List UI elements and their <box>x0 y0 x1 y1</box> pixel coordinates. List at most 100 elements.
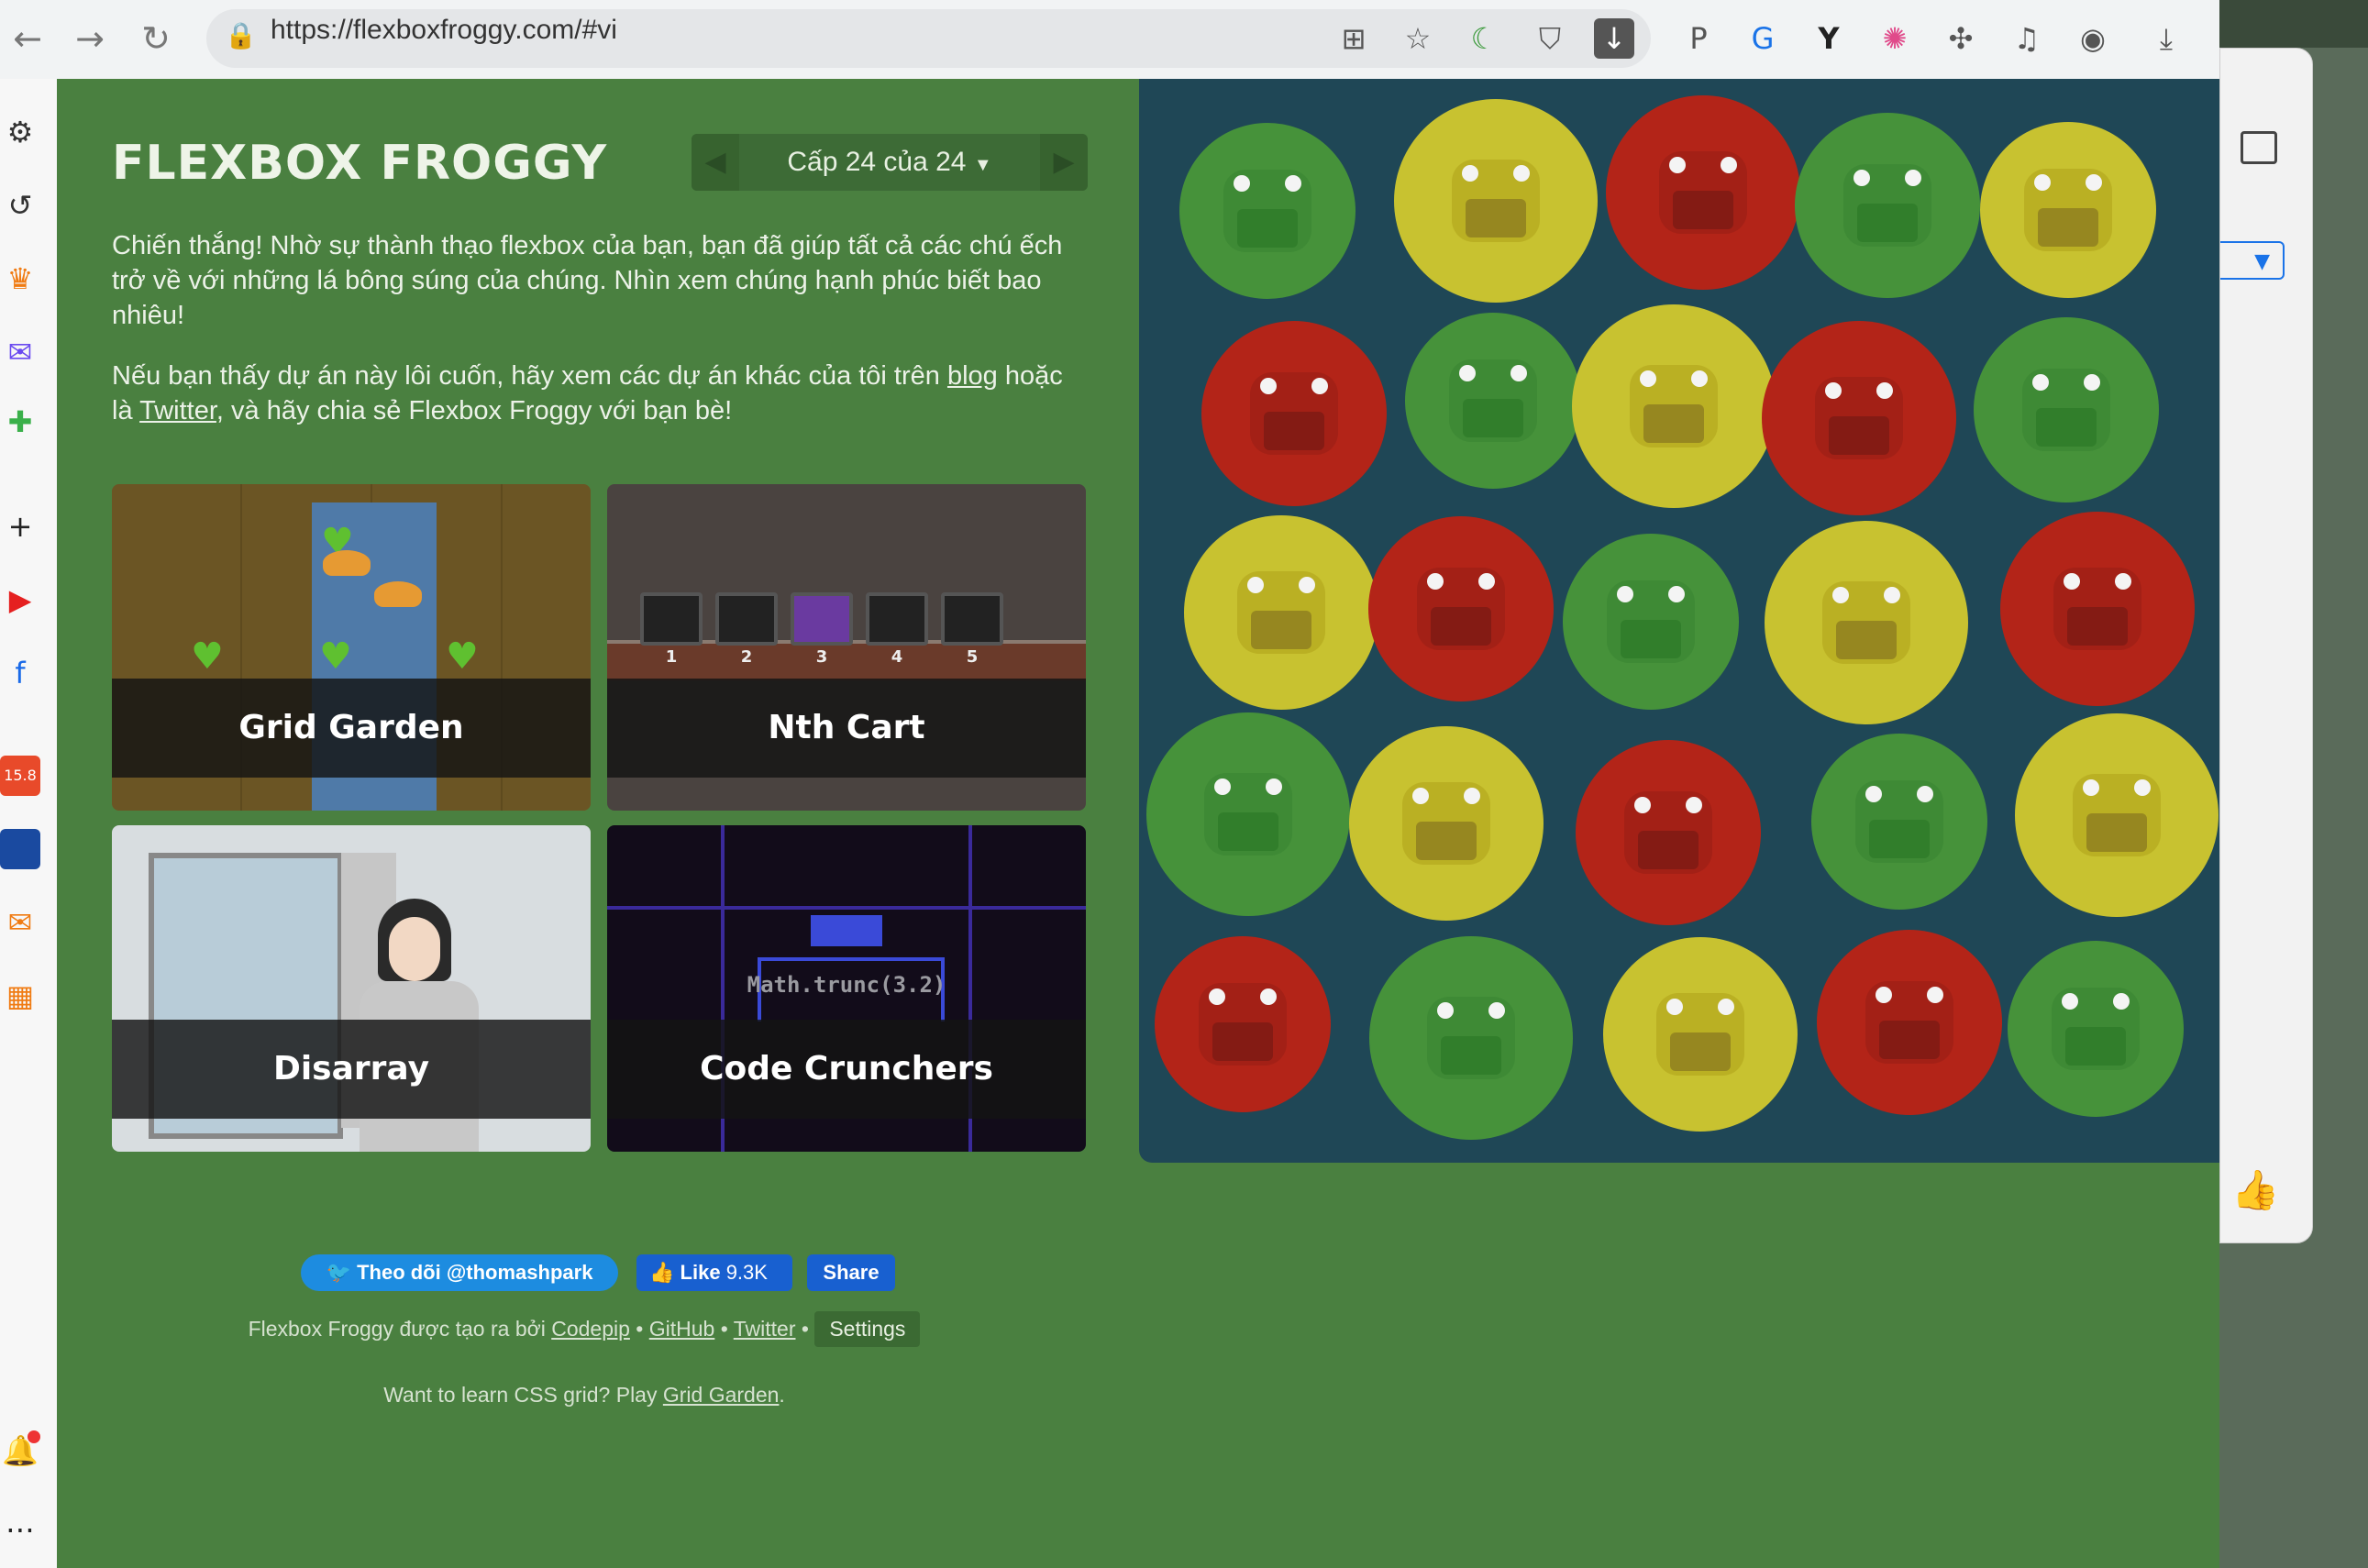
github-link[interactable]: GitHub <box>649 1317 715 1341</box>
frog-mouth <box>1218 812 1279 852</box>
browser-toolbar: ← → ↻ 🔒 https://flexboxfroggy.com/#vi ⊞ … <box>0 0 2219 80</box>
frog-eye <box>2061 993 2078 1010</box>
cart-number: 4 <box>891 647 903 667</box>
frog-eye <box>1876 986 1893 1003</box>
translate-icon[interactable]: ⊞ <box>1332 17 1376 61</box>
frog-eye <box>1411 787 1429 804</box>
crown-icon[interactable]: ♛ <box>0 259 40 299</box>
frog-eye <box>1436 1002 1454 1020</box>
y-extension-icon[interactable]: Y <box>1807 17 1851 61</box>
frog-mouth <box>1415 821 1477 860</box>
next-level-icon[interactable]: ▶ <box>1040 134 1088 191</box>
plus-icon[interactable]: + <box>0 506 40 547</box>
level-selector[interactable]: ◀ Cấp 24 của 24 ▼ ▶ <box>692 134 1088 191</box>
card-label: Code Crunchers <box>607 1020 1086 1119</box>
facebook-like-button[interactable]: 👍 Like 9.3K <box>636 1254 792 1291</box>
frog-mouth <box>1237 209 1298 248</box>
dropdown-icon[interactable]: ▼ <box>2220 241 2285 280</box>
cart <box>715 592 778 646</box>
frog-mouth <box>1430 606 1491 646</box>
prev-level-icon[interactable]: ◀ <box>692 134 739 191</box>
cart-number: 3 <box>815 647 828 667</box>
sidebar-toggle-icon[interactable] <box>2241 131 2277 164</box>
arrow-left-icon[interactable]: ← <box>6 17 50 61</box>
thumbs-up-icon[interactable]: 👍 <box>2231 1167 2279 1213</box>
thumbs-up-icon: 👍 <box>649 1261 675 1284</box>
playlist-icon[interactable]: ♫ <box>2005 17 2049 61</box>
frog-mouth <box>2038 207 2099 247</box>
cart <box>640 592 703 646</box>
codepip-link[interactable]: Codepip <box>551 1317 630 1341</box>
cart-number: 5 <box>966 647 979 667</box>
frog-mouth <box>1637 830 1699 869</box>
puzzle-icon[interactable]: ✣ <box>1939 17 1983 61</box>
frog-mouth <box>1466 198 1527 237</box>
download-box-icon[interactable]: ↓ <box>1594 18 1634 59</box>
frog-eye <box>1884 586 1901 603</box>
moon-icon[interactable]: ☾ <box>1462 17 1506 61</box>
sprout-icon: ♥ <box>191 635 224 678</box>
frog-eye <box>2112 993 2130 1010</box>
frog-mouth <box>1643 403 1705 443</box>
blog-link[interactable]: blog <box>947 361 998 391</box>
twitter-footer-link[interactable]: Twitter <box>734 1317 796 1341</box>
grid-garden-link[interactable]: Grid Garden <box>663 1383 780 1407</box>
twitter-link[interactable]: Twitter <box>139 396 216 425</box>
chart-app-icon[interactable]: ▦ <box>0 976 40 1016</box>
ticket-icon[interactable]: ✉ <box>0 902 40 943</box>
card-code-crunchers[interactable]: Math.trunc(3.2) Code Crunchers <box>607 825 1086 1152</box>
card-label: Disarray <box>112 1020 591 1119</box>
promo-text-1: Nếu bạn thấy dự án này lôi cuốn, hãy xem… <box>112 361 947 391</box>
more-icon[interactable]: ⋯ <box>0 1509 40 1550</box>
card-nth-cart[interactable]: 1 2 3 4 5 Nth Cart <box>607 484 1086 811</box>
frog-eye <box>1477 572 1495 590</box>
twitter-follow-button[interactable]: 🐦 Theo dõi @thomashpark <box>301 1254 618 1291</box>
download-icon[interactable]: ⤓ <box>2144 17 2188 61</box>
frog-eye <box>2082 778 2099 796</box>
reload-icon[interactable]: ↻ <box>134 17 178 61</box>
avatar[interactable]: ◉ <box>2071 17 2115 61</box>
frog-eye <box>2084 373 2101 391</box>
grid-line <box>607 906 1086 910</box>
facebook-icon[interactable]: f <box>0 653 40 693</box>
frog-eye <box>2086 173 2103 191</box>
like-count: 9.3K <box>725 1261 768 1284</box>
promo-message: Nếu bạn thấy dự án này lôi cuốn, hãy xem… <box>112 359 1084 428</box>
frog-mouth <box>1879 1020 1941 1059</box>
star-icon[interactable]: ☆ <box>1396 17 1440 61</box>
cart-number: 2 <box>740 647 753 667</box>
level-indicator[interactable]: Cấp 24 của 24 ▼ <box>739 134 1040 191</box>
frog-eye <box>1905 169 1922 186</box>
frog-eye <box>1853 169 1871 186</box>
youtube-icon[interactable]: ▶ <box>0 580 40 620</box>
facebook-share-button[interactable]: Share <box>807 1254 895 1291</box>
frog-mouth <box>1673 191 1734 230</box>
google-translate-icon[interactable]: G <box>1741 17 1785 61</box>
history-icon[interactable]: ↺ <box>0 185 40 226</box>
cart-number: 1 <box>665 647 678 667</box>
card-disarray[interactable]: Disarray <box>112 825 591 1152</box>
grid-prompt-text: Want to learn CSS grid? Play <box>383 1383 663 1407</box>
p-extension-icon[interactable]: P <box>1676 17 1721 61</box>
like-label: Like <box>680 1261 721 1284</box>
shield-icon[interactable]: ⛉ <box>1528 17 1572 61</box>
background-panel: ▼ 👍 <box>2219 48 2313 1243</box>
frog-eye <box>1685 796 1702 813</box>
carrot-icon <box>323 550 371 576</box>
frog-eye <box>1876 381 1893 399</box>
gear-icon[interactable]: ⚙ <box>0 112 40 152</box>
settings-button[interactable]: Settings <box>814 1311 921 1347</box>
frog-mouth <box>1440 1036 1501 1076</box>
url-text[interactable]: https://flexboxfroggy.com/#vi <box>271 15 617 46</box>
gamepad-icon[interactable]: ✚ <box>0 402 40 442</box>
shopee-icon[interactable]: 15.8 <box>0 756 40 796</box>
arrow-right-icon[interactable]: → <box>68 17 112 61</box>
frog-eye <box>2034 173 2052 191</box>
cart <box>791 592 853 646</box>
messenger-icon[interactable]: ✉ <box>0 332 40 372</box>
sprout-icon: ♥ <box>446 635 479 678</box>
game-thumbnail-icon[interactable] <box>0 829 40 869</box>
color-wheel-icon[interactable]: ✺ <box>1873 17 1917 61</box>
card-grid-garden[interactable]: ♥ ♥ ♥ ♥ Grid Garden <box>112 484 591 811</box>
promo-text-3: , và hãy chia sẻ Flexbox Froggy với bạn … <box>216 396 733 425</box>
